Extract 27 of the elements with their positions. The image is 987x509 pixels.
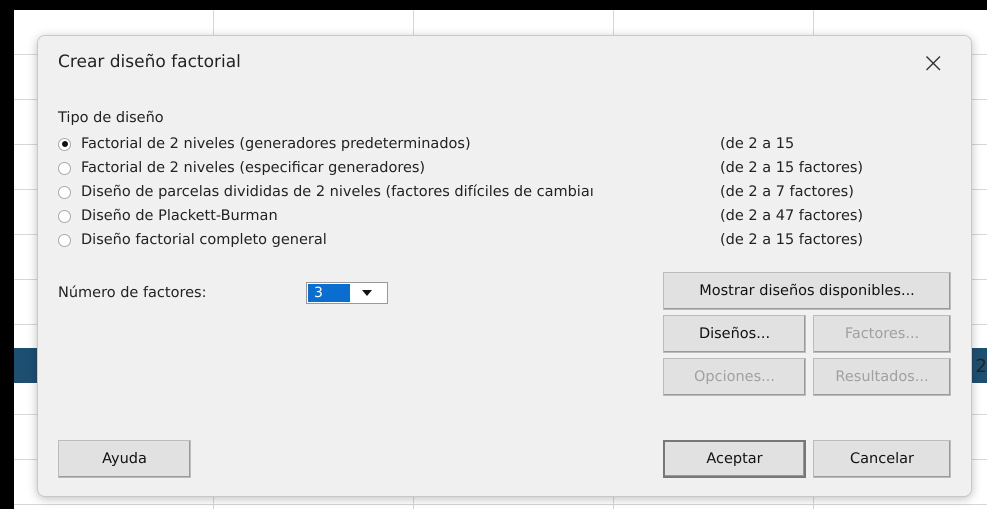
factor-range: (de 2 a 15 factores) <box>720 232 864 248</box>
dialog-button[interactable]: Mostrar diseños disponibles... <box>663 272 951 310</box>
radio-icon[interactable] <box>58 210 71 222</box>
factor-range: (de 2 a 47 factores) <box>720 208 864 224</box>
factor-range: (de 2 a 15 <box>720 136 796 152</box>
cell-text: 2 <box>976 356 987 377</box>
factor-range: (de 2 a 7 factores) <box>720 184 855 200</box>
cancel-button[interactable]: Cancelar <box>813 440 951 478</box>
factors-dropdown[interactable]: 3 <box>306 282 388 304</box>
radio-icon[interactable] <box>58 234 71 246</box>
radio-option[interactable]: Diseño de Plackett-Burman <box>58 208 720 224</box>
help-button[interactable]: Ayuda <box>58 440 191 478</box>
section-label: Tipo de diseño <box>58 110 165 126</box>
radio-option[interactable]: Diseño de parcelas divididas de 2 niveles (factores difíciles de cambiaı <box>58 184 720 200</box>
caret-icon <box>362 290 372 296</box>
close-button[interactable]: × <box>916 46 951 78</box>
factors-label: Número de factores: <box>58 285 208 301</box>
radio-icon[interactable] <box>58 138 71 150</box>
radio-icon[interactable] <box>58 186 71 198</box>
radio-option[interactable]: Factorial de 2 niveles (especificar generadores) <box>58 160 720 176</box>
dialog-button[interactable]: Diseños... <box>663 315 806 353</box>
accept-button[interactable]: Aceptar <box>663 440 806 478</box>
radio-icon[interactable] <box>58 162 71 174</box>
window-title: Crear diseño factorial <box>58 52 241 72</box>
radio-option[interactable]: Diseño factorial completo general <box>58 232 720 248</box>
radio-option[interactable]: Factorial de 2 niveles (generadores predeterminados) <box>58 136 720 152</box>
factor-range: (de 2 a 15 factores) <box>720 160 864 176</box>
